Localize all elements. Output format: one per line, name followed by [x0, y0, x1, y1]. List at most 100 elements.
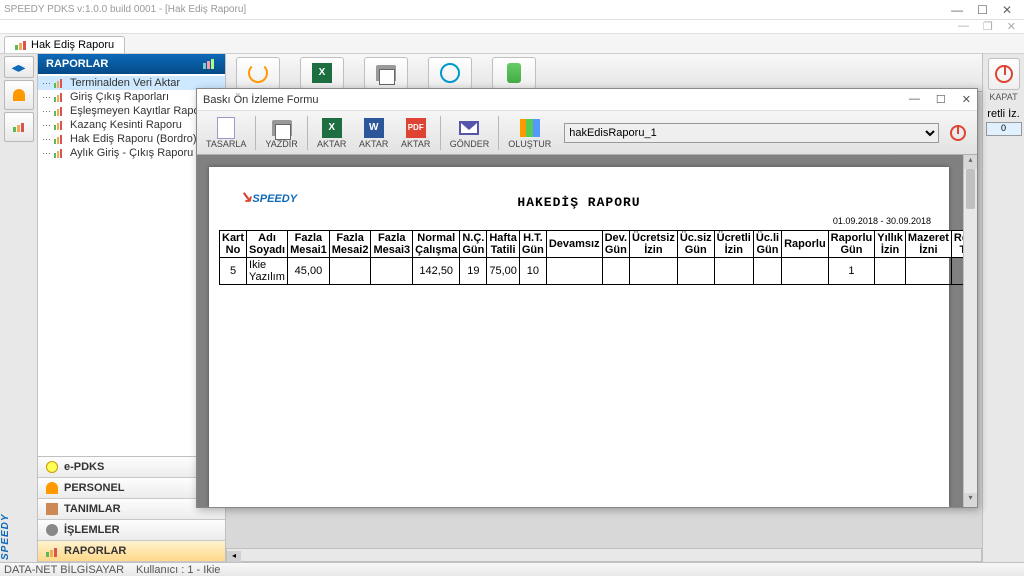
people-icon	[13, 89, 25, 101]
create-button[interactable]: OLUŞTUR	[503, 114, 556, 152]
btn-label: GÖNDER	[450, 139, 490, 149]
col-fm1: Fazla Mesai1	[288, 231, 330, 258]
cell	[630, 258, 678, 285]
report-logo: ↘SPEEDY	[239, 187, 297, 207]
scroll-up-icon[interactable]: ▴	[964, 155, 977, 169]
nav-collapse-button[interactable]: ◂▸	[4, 56, 34, 78]
cell	[602, 258, 629, 285]
tree-label: Terminalden Veri Aktar	[70, 77, 180, 89]
close-app-button[interactable]	[988, 58, 1020, 90]
dock-users-button[interactable]	[4, 80, 34, 110]
col-htgun: H.T. Gün	[519, 231, 546, 258]
preview-maximize-icon[interactable]: ☐	[936, 93, 946, 106]
cell	[905, 258, 951, 285]
send-button[interactable]: GÖNDER	[445, 114, 495, 152]
cell	[753, 258, 781, 285]
report-table: Kart No Adı Soyadı Fazla Mesai1 Fazla Me…	[219, 230, 977, 285]
separator	[307, 116, 308, 150]
preview-close-button[interactable]	[947, 122, 969, 144]
scroll-thumb[interactable]	[966, 169, 975, 209]
mdi-close-icon[interactable]: ✕	[1007, 20, 1016, 33]
tab-label: Hak Ediş Raporu	[31, 39, 114, 51]
preview-close-icon[interactable]: ✕	[962, 93, 971, 106]
print-button[interactable]: YAZDIR	[260, 114, 302, 152]
disk-button[interactable]	[428, 57, 472, 89]
cell: 142,50	[413, 258, 460, 285]
col-kartno: Kart No	[220, 231, 247, 258]
maximize-icon[interactable]: ☐	[977, 3, 988, 17]
cell	[714, 258, 753, 285]
nav-label: TANIMLAR	[64, 503, 121, 515]
mdi-min-icon[interactable]: —	[958, 20, 969, 33]
preview-title: Baskı Ön İzleme Formu	[203, 94, 909, 106]
print-preview-window: Baskı Ön İzleme Formu — ☐ ✕ TASARLA YAZD…	[196, 88, 978, 508]
col-ncgun: N.Ç. Gün	[460, 231, 487, 258]
excel-icon: X	[322, 118, 342, 138]
nav-raporlar[interactable]: RAPORLAR	[38, 541, 225, 562]
cell	[677, 258, 714, 285]
col-ucligun: Üc.li Gün	[753, 231, 781, 258]
export-word-button[interactable]: WAKTAR	[354, 114, 394, 152]
table-row: 5 Ikie Yazılım 45,00 142,50 19 75,00 10	[220, 258, 978, 285]
db-button[interactable]	[492, 57, 536, 89]
chart-icon	[54, 78, 66, 88]
scroll-down-icon[interactable]: ▾	[964, 493, 977, 507]
mdi-restore-icon[interactable]: ❐	[983, 20, 993, 33]
people-icon	[46, 482, 58, 494]
chart-icon	[520, 119, 540, 137]
window-controls: — ☐ ✕	[951, 3, 1012, 17]
chart-icon	[54, 148, 66, 158]
dock-chart-button[interactable]	[4, 112, 34, 142]
pdf-icon: PDF	[406, 118, 426, 138]
cell: 75,00	[487, 258, 520, 285]
vertical-logo: SPEEDY	[0, 500, 14, 560]
expand-icon: ⋯	[42, 106, 50, 117]
nav-arrow-icon: ◂▸	[11, 59, 25, 76]
tree-label: Aylık Giriş - Çıkış Raporu	[70, 147, 193, 159]
preview-toolbar: TASARLA YAZDIR XAKTAR WAKTAR PDFAKTAR GÖ…	[197, 111, 977, 155]
word-icon: W	[364, 118, 384, 138]
mdi-tab-bar: Hak Ediş Raporu	[0, 34, 1024, 54]
tab-hak-edis[interactable]: Hak Ediş Raporu	[4, 36, 125, 53]
close-icon[interactable]: ✕	[1002, 3, 1012, 17]
cell	[329, 258, 371, 285]
separator	[440, 116, 441, 150]
gear-icon	[46, 524, 58, 536]
print-button[interactable]	[364, 57, 408, 89]
preview-minimize-icon[interactable]: —	[909, 93, 920, 106]
preview-scrollbar[interactable]: ▴ ▾	[963, 155, 977, 507]
btn-label: AKTAR	[401, 139, 430, 149]
btn-label: TASARLA	[206, 139, 246, 149]
app-title: SPEEDY PDKS v:1.0.0 build 0001 - [Hak Ed…	[4, 4, 951, 15]
preview-body: ↘SPEEDY HAKEDİŞ RAPORU 01.09.2018 - 30.0…	[197, 155, 977, 507]
nav-label: PERSONEL	[64, 482, 125, 494]
cell: 10	[519, 258, 546, 285]
export-pdf-button[interactable]: PDFAKTAR	[396, 114, 436, 152]
nav-label: e-PDKS	[64, 461, 104, 473]
disk-icon	[440, 63, 460, 83]
cell	[782, 258, 829, 285]
report-select[interactable]: hakEdisRaporu_1	[564, 123, 939, 143]
horizontal-scrollbar[interactable]: ◂	[226, 548, 982, 562]
power-icon	[995, 65, 1013, 83]
nav-islemler[interactable]: İŞLEMLER	[38, 520, 225, 541]
printer-icon	[272, 120, 292, 136]
chart-icon	[54, 92, 66, 102]
refresh-button[interactable]	[236, 57, 280, 89]
col-devamsiz: Devamsız	[546, 231, 602, 258]
excel-button[interactable]: X	[300, 57, 344, 89]
table-header-row: Kart No Adı Soyadı Fazla Mesai1 Fazla Me…	[220, 231, 978, 258]
export-excel-button[interactable]: XAKTAR	[312, 114, 352, 152]
tree-label: Giriş Çıkış Raporları	[70, 91, 169, 103]
btn-label: AKTAR	[317, 139, 346, 149]
main-titlebar: SPEEDY PDKS v:1.0.0 build 0001 - [Hak Ed…	[0, 0, 1024, 20]
minimize-icon[interactable]: —	[951, 3, 963, 17]
field-value[interactable]: 0	[986, 122, 1022, 136]
design-button[interactable]: TASARLA	[201, 114, 251, 152]
separator	[498, 116, 499, 150]
bulb-icon	[46, 461, 58, 473]
preview-titlebar[interactable]: Baskı Ön İzleme Formu — ☐ ✕	[197, 89, 977, 111]
col-ucsizgun: Üc.siz Gün	[677, 231, 714, 258]
col-fm2: Fazla Mesai2	[329, 231, 371, 258]
book-icon	[46, 503, 58, 515]
